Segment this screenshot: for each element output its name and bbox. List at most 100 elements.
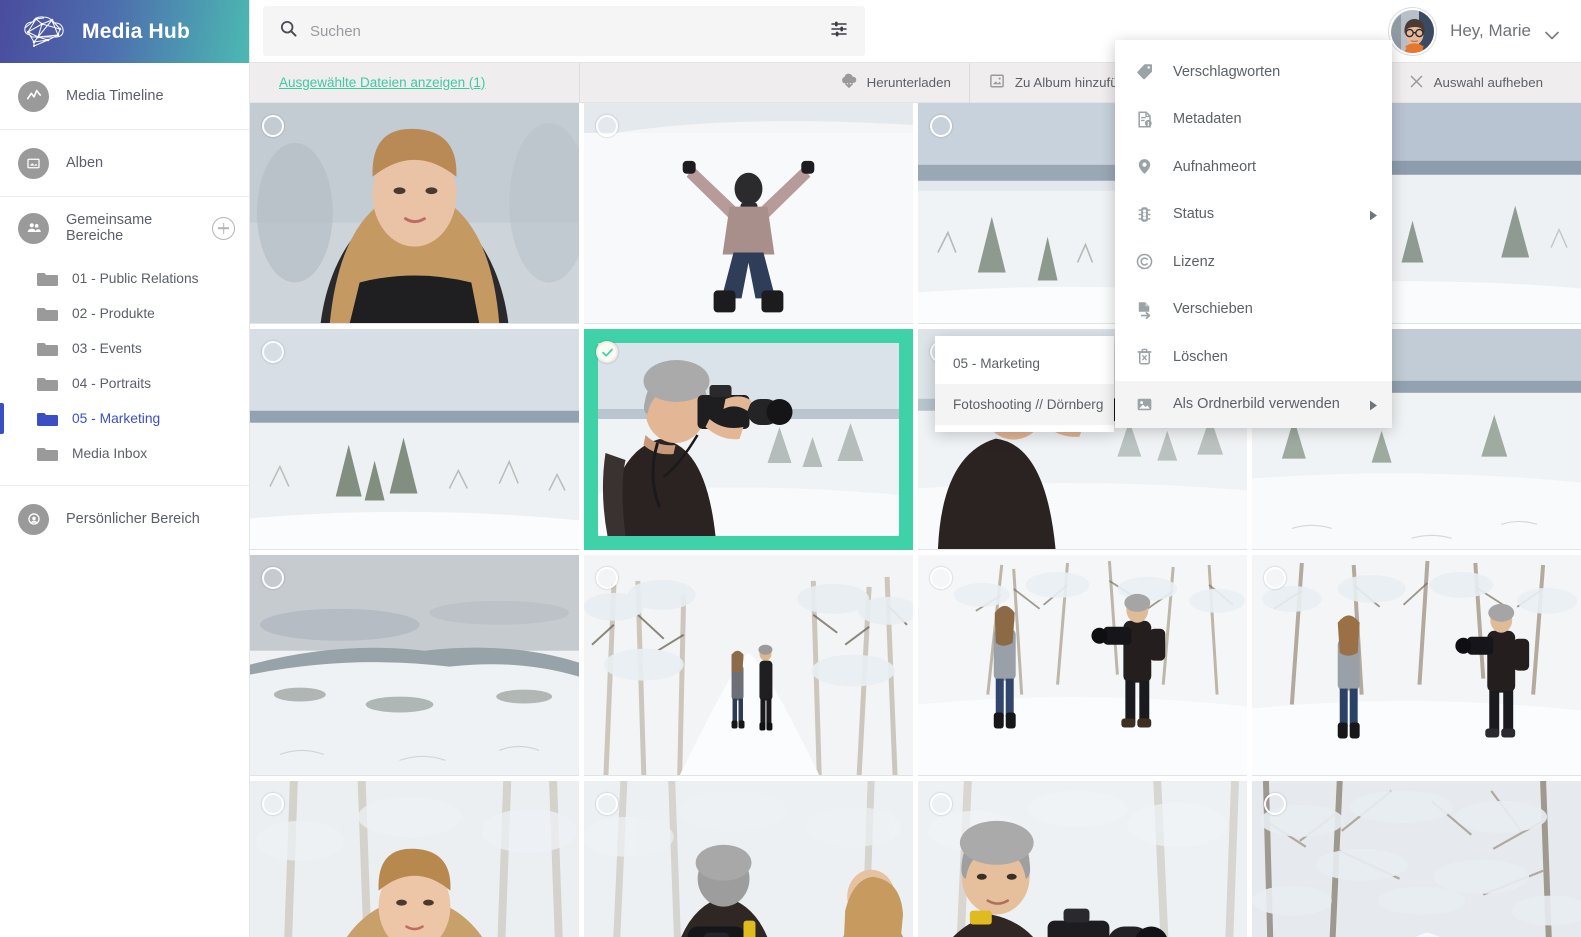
sidebar-item-gemeinsame-bereiche[interactable]: Gemeinsame Bereiche <box>0 197 249 259</box>
sliders-filter-icon[interactable] <box>829 19 849 44</box>
activity-pulse-icon <box>18 80 49 112</box>
download-icon <box>840 72 858 93</box>
media-tile-photographer-shooting-woman[interactable] <box>918 555 1247 776</box>
tile-select-checkbox[interactable] <box>262 341 284 363</box>
nav-group-timeline: Media Timeline <box>0 63 249 130</box>
media-tile-woman-lying-in-snow-arms-up[interactable] <box>584 103 913 324</box>
clear-selection-button[interactable]: Auswahl aufheben <box>1388 62 1561 103</box>
sidebar-folder-05-marketing[interactable]: 05 - Marketing <box>0 401 249 436</box>
image-icon <box>1133 395 1155 414</box>
media-tile-winter-landscape-conifers[interactable] <box>250 329 579 550</box>
media-tile-snow-covered-branches-path[interactable] <box>1252 781 1581 937</box>
media-tile-couple-on-snowy-forest-path[interactable] <box>584 555 913 776</box>
move-file-icon <box>1133 300 1155 319</box>
sidebar-item-label: Media Timeline <box>66 88 164 104</box>
tile-select-checkbox[interactable] <box>930 793 952 815</box>
sidebar-folder-04-portraits[interactable]: 04 - Portraits <box>0 366 249 401</box>
network-cloud-icon <box>22 15 66 49</box>
sidebar-item-persoenlicher-bereich[interactable]: Persönlicher Bereich <box>0 486 249 552</box>
document-info-icon <box>1133 110 1155 129</box>
tile-select-checkbox[interactable] <box>262 567 284 589</box>
folder-label: 01 - Public Relations <box>72 271 199 286</box>
tile-select-checkbox[interactable] <box>596 115 618 137</box>
context-item-label: Verschieben <box>1173 301 1253 318</box>
map-pin-icon <box>1133 157 1155 176</box>
photo-thumbnail <box>584 555 913 776</box>
context-item-label: Verschlagworten <box>1173 63 1281 80</box>
context-item-loeschen[interactable]: Löschen <box>1115 333 1392 381</box>
sidebar-folder-01-public-relations[interactable]: 01 - Public Relations <box>0 261 249 296</box>
tag-icon <box>1133 62 1155 81</box>
sidebar-folder-media-inbox[interactable]: Media Inbox <box>0 436 249 471</box>
context-item-lizenz[interactable]: Lizenz <box>1115 238 1392 286</box>
media-tile-man-backpack-and-woman-back[interactable] <box>584 781 913 937</box>
brand-header: Media Hub <box>0 0 249 63</box>
context-item-status[interactable]: Status <box>1115 191 1392 239</box>
photo-thumbnail <box>1252 781 1581 937</box>
folder-label: 02 - Produkte <box>72 306 155 321</box>
media-tile-photographer-with-camera-snow[interactable] <box>584 329 913 550</box>
photo-thumbnail <box>918 781 1247 937</box>
context-item-verschieben[interactable]: Verschieben <box>1115 286 1392 334</box>
tile-select-checkbox[interactable] <box>930 567 952 589</box>
main-area: Hey, Marie Ausgewählte Dateien anzeigen … <box>250 0 1581 937</box>
sidebar-item-label: Persönlicher Bereich <box>66 511 200 527</box>
folder-label: 03 - Events <box>72 341 142 356</box>
tile-select-checkbox[interactable] <box>596 793 618 815</box>
context-item-verschlagworten[interactable]: Verschlagworten <box>1115 48 1392 96</box>
media-tile-photographer-closeup-camera[interactable] <box>918 781 1247 937</box>
folder-image-submenu: 05 - Marketing Fotoshooting // Dörnberg <box>935 336 1114 432</box>
submenu-item-05-marketing[interactable]: 05 - Marketing <box>935 343 1114 384</box>
sidebar-folder-02-produkte[interactable]: 02 - Produkte <box>0 296 249 331</box>
submenu-item-fotoshooting-doernberg[interactable]: Fotoshooting // Dörnberg <box>935 384 1114 425</box>
clear-selection-label: Auswahl aufheben <box>1433 75 1543 90</box>
sidebar-item-label: Gemeinsame Bereiche <box>66 212 153 244</box>
context-item-label: Status <box>1173 206 1215 223</box>
context-item-label: Löschen <box>1173 348 1228 365</box>
sidebar-item-media-timeline[interactable]: Media Timeline <box>0 63 249 129</box>
photo-thumbnail <box>250 329 579 550</box>
show-selected-files-link[interactable]: Ausgewählte Dateien anzeigen (1) <box>250 62 580 103</box>
context-item-label: Aufnahmeort <box>1173 158 1257 175</box>
tile-select-checkbox[interactable] <box>262 793 284 815</box>
folder-icon <box>36 340 59 358</box>
tile-select-checkbox[interactable] <box>596 341 618 363</box>
media-tile-portrait-blonde-woman-forest[interactable] <box>250 781 579 937</box>
sidebar-folder-03-events[interactable]: 03 - Events <box>0 331 249 366</box>
download-button[interactable]: Herunterladen <box>822 63 969 103</box>
avatar[interactable] <box>1389 7 1437 55</box>
context-item-aufnahmeort[interactable]: Aufnahmeort <box>1115 143 1392 191</box>
folder-icon <box>36 270 59 288</box>
context-item-label: Als Ordnerbild verwenden <box>1173 396 1340 413</box>
context-item-metadaten[interactable]: Metadaten <box>1115 96 1392 144</box>
tile-select-checkbox[interactable] <box>930 115 952 137</box>
search-icon <box>279 19 298 43</box>
folder-icon <box>36 305 59 323</box>
tile-select-checkbox[interactable] <box>596 567 618 589</box>
tile-select-checkbox[interactable] <box>1264 793 1286 815</box>
search-bar[interactable] <box>263 6 865 56</box>
folder-label: 05 - Marketing <box>72 411 161 426</box>
tile-select-checkbox[interactable] <box>262 115 284 137</box>
sidebar-item-label: Alben <box>66 155 104 171</box>
folder-list: 01 - Public Relations 02 - Produkte 03 -… <box>0 259 249 485</box>
app-title: Media Hub <box>82 19 190 43</box>
submenu-item-label: 05 - Marketing <box>953 356 1040 371</box>
nav-group-albums: Alben <box>0 130 249 197</box>
context-item-label: Lizenz <box>1173 253 1215 270</box>
media-tile-portrait-woman-long-hair-snow[interactable] <box>250 103 579 324</box>
media-tile-snowy-plateau-cloudy-sky[interactable] <box>250 555 579 776</box>
media-tile-photographer-and-model-trees[interactable] <box>1252 555 1581 776</box>
context-item-als-ordnerbild-verwenden[interactable]: Als Ordnerbild verwenden <box>1115 380 1392 428</box>
sidebar-item-alben[interactable]: Alben <box>0 130 249 196</box>
chevron-down-icon[interactable] <box>1545 27 1559 39</box>
user-menu[interactable]: Hey, Marie <box>1389 7 1581 55</box>
submenu-item-label: Fotoshooting // Dörnberg <box>953 397 1104 412</box>
context-menu: Verschlagworten Metadaten Aufnahmeort St… <box>1115 40 1392 428</box>
folder-label: Media Inbox <box>72 446 148 461</box>
tile-select-checkbox[interactable] <box>1264 567 1286 589</box>
copyright-icon <box>1133 252 1155 271</box>
plus-circle-icon[interactable] <box>212 216 235 240</box>
person-circle-icon <box>18 503 49 535</box>
search-input[interactable] <box>310 22 817 40</box>
